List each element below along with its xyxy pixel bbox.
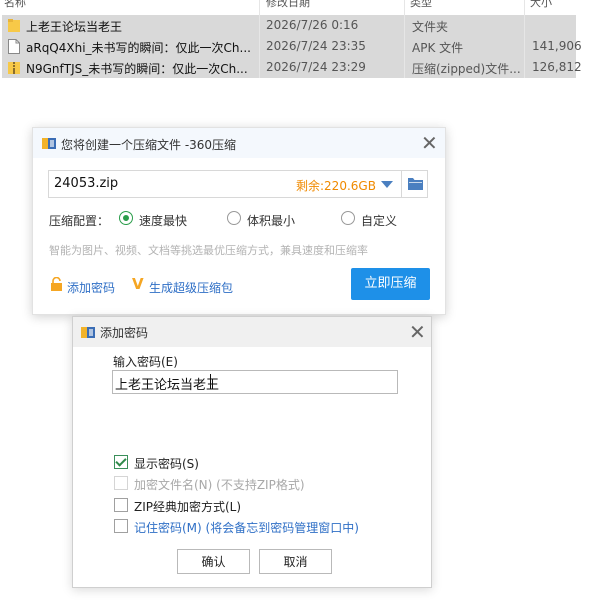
- compress-dialog: 您将创建一个压缩文件 -360压缩 ✕ 24053.zip 剩余:220.6GB…: [32, 127, 446, 315]
- close-icon[interactable]: ✕: [421, 133, 438, 153]
- lock-icon: [51, 277, 62, 291]
- radio-custom[interactable]: [341, 211, 355, 225]
- add-password-dialog: 添加密码 ✕ 输入密码(E) 上老王论坛当老王 显示密码(S) 加密文件名(N)…: [72, 316, 432, 588]
- zip-folder-icon: [8, 62, 20, 74]
- archive-app-icon: [81, 327, 95, 338]
- close-icon[interactable]: ✕: [409, 322, 426, 342]
- confirm-button[interactable]: 确认: [177, 549, 250, 574]
- file-list-header: 名称 修改日期 类型 大小: [0, 0, 595, 12]
- file-name: N9GnfTJS_未书写的瞬间：仅此一次Ch...: [26, 62, 248, 76]
- show-password-checkbox[interactable]: [114, 455, 128, 469]
- super-package-icon: V: [132, 275, 144, 293]
- archive-app-icon: [42, 138, 56, 149]
- compress-config-label: 压缩配置：: [49, 214, 110, 228]
- password-dialog-title: 添加密码: [100, 326, 149, 340]
- file-type: 文件夹: [412, 20, 449, 34]
- encrypt-filename-checkbox[interactable]: [114, 476, 128, 490]
- file-name: aRqQ4Xhi_未书写的瞬间：仅此一次Ch...: [26, 41, 251, 55]
- password-dialog-titlebar[interactable]: 添加密码 ✕: [73, 317, 431, 347]
- column-type-header[interactable]: 类型: [410, 0, 432, 10]
- compress-now-button[interactable]: 立即压缩: [351, 268, 430, 300]
- file-icon: [8, 39, 20, 54]
- column-divider: [259, 0, 260, 78]
- column-size-header[interactable]: 大小: [530, 0, 552, 10]
- remember-password-label[interactable]: 记住密码(M) (将会备忘到密码管理窗口中): [134, 519, 359, 536]
- compress-hint-text: 智能为图片、视频、文档等挑选最优压缩方式，兼具速度和压缩率: [49, 244, 368, 257]
- show-password-label[interactable]: 显示密码(S): [134, 455, 199, 472]
- archive-name-input[interactable]: 24053.zip: [54, 176, 118, 191]
- compress-dialog-title: 您将创建一个压缩文件 -360压缩: [61, 138, 237, 152]
- cancel-button[interactable]: 取消: [259, 549, 332, 574]
- archive-path-combobox[interactable]: 24053.zip 剩余:220.6GB: [48, 170, 428, 198]
- file-size: 141,906: [532, 39, 582, 53]
- file-row[interactable]: aRqQ4Xhi_未书写的瞬间：仅此一次Ch... 2026/7/24 23:3…: [2, 36, 582, 57]
- compress-dialog-titlebar[interactable]: 您将创建一个压缩文件 -360压缩 ✕: [33, 128, 445, 158]
- file-type: 压缩(zipped)文件...: [412, 62, 521, 76]
- file-row[interactable]: N9GnfTJS_未书写的瞬间：仅此一次Ch... 2026/7/24 23:2…: [2, 57, 582, 78]
- file-type: APK 文件: [412, 41, 464, 55]
- radio-fastest-label[interactable]: 速度最快: [139, 212, 187, 229]
- radio-custom-label[interactable]: 自定义: [361, 212, 397, 229]
- file-size: 126,812: [532, 60, 582, 74]
- column-divider: [524, 0, 525, 78]
- password-input[interactable]: 上老王论坛当老王: [112, 370, 398, 394]
- zip-classic-encryption-label[interactable]: ZIP经典加密方式(L): [134, 498, 241, 515]
- super-package-link[interactable]: 生成超级压缩包: [149, 279, 233, 296]
- text-caret: [210, 374, 211, 389]
- file-name: 上老王论坛当老王: [26, 20, 123, 34]
- password-label: 输入密码(E): [113, 355, 178, 369]
- folder-icon: [408, 178, 423, 190]
- file-date: 2026/7/26 0:16: [266, 18, 359, 32]
- chevron-down-icon[interactable]: [381, 181, 393, 188]
- column-date-header[interactable]: 修改日期: [266, 0, 310, 10]
- file-date: 2026/7/24 23:29: [266, 60, 366, 74]
- column-name-header[interactable]: 名称: [4, 0, 26, 10]
- radio-smallest-label[interactable]: 体积最小: [247, 212, 295, 229]
- free-space-label: 剩余:220.6GB: [296, 179, 376, 193]
- radio-fastest[interactable]: [119, 211, 133, 225]
- zip-classic-encryption-checkbox[interactable]: [114, 498, 128, 512]
- folder-icon: [8, 19, 20, 32]
- browse-folder-button[interactable]: [401, 171, 428, 197]
- file-row[interactable]: 上老王论坛当老王 2026/7/26 0:16 文件夹: [2, 15, 576, 36]
- radio-smallest[interactable]: [227, 211, 241, 225]
- password-value: 上老王论坛当老王: [115, 378, 220, 393]
- add-password-link[interactable]: 添加密码: [67, 279, 115, 296]
- file-date: 2026/7/24 23:35: [266, 39, 366, 53]
- encrypt-filename-label: 加密文件名(N) (不支持ZIP格式): [134, 478, 305, 492]
- column-divider: [404, 0, 405, 78]
- remember-password-checkbox[interactable]: [114, 519, 128, 533]
